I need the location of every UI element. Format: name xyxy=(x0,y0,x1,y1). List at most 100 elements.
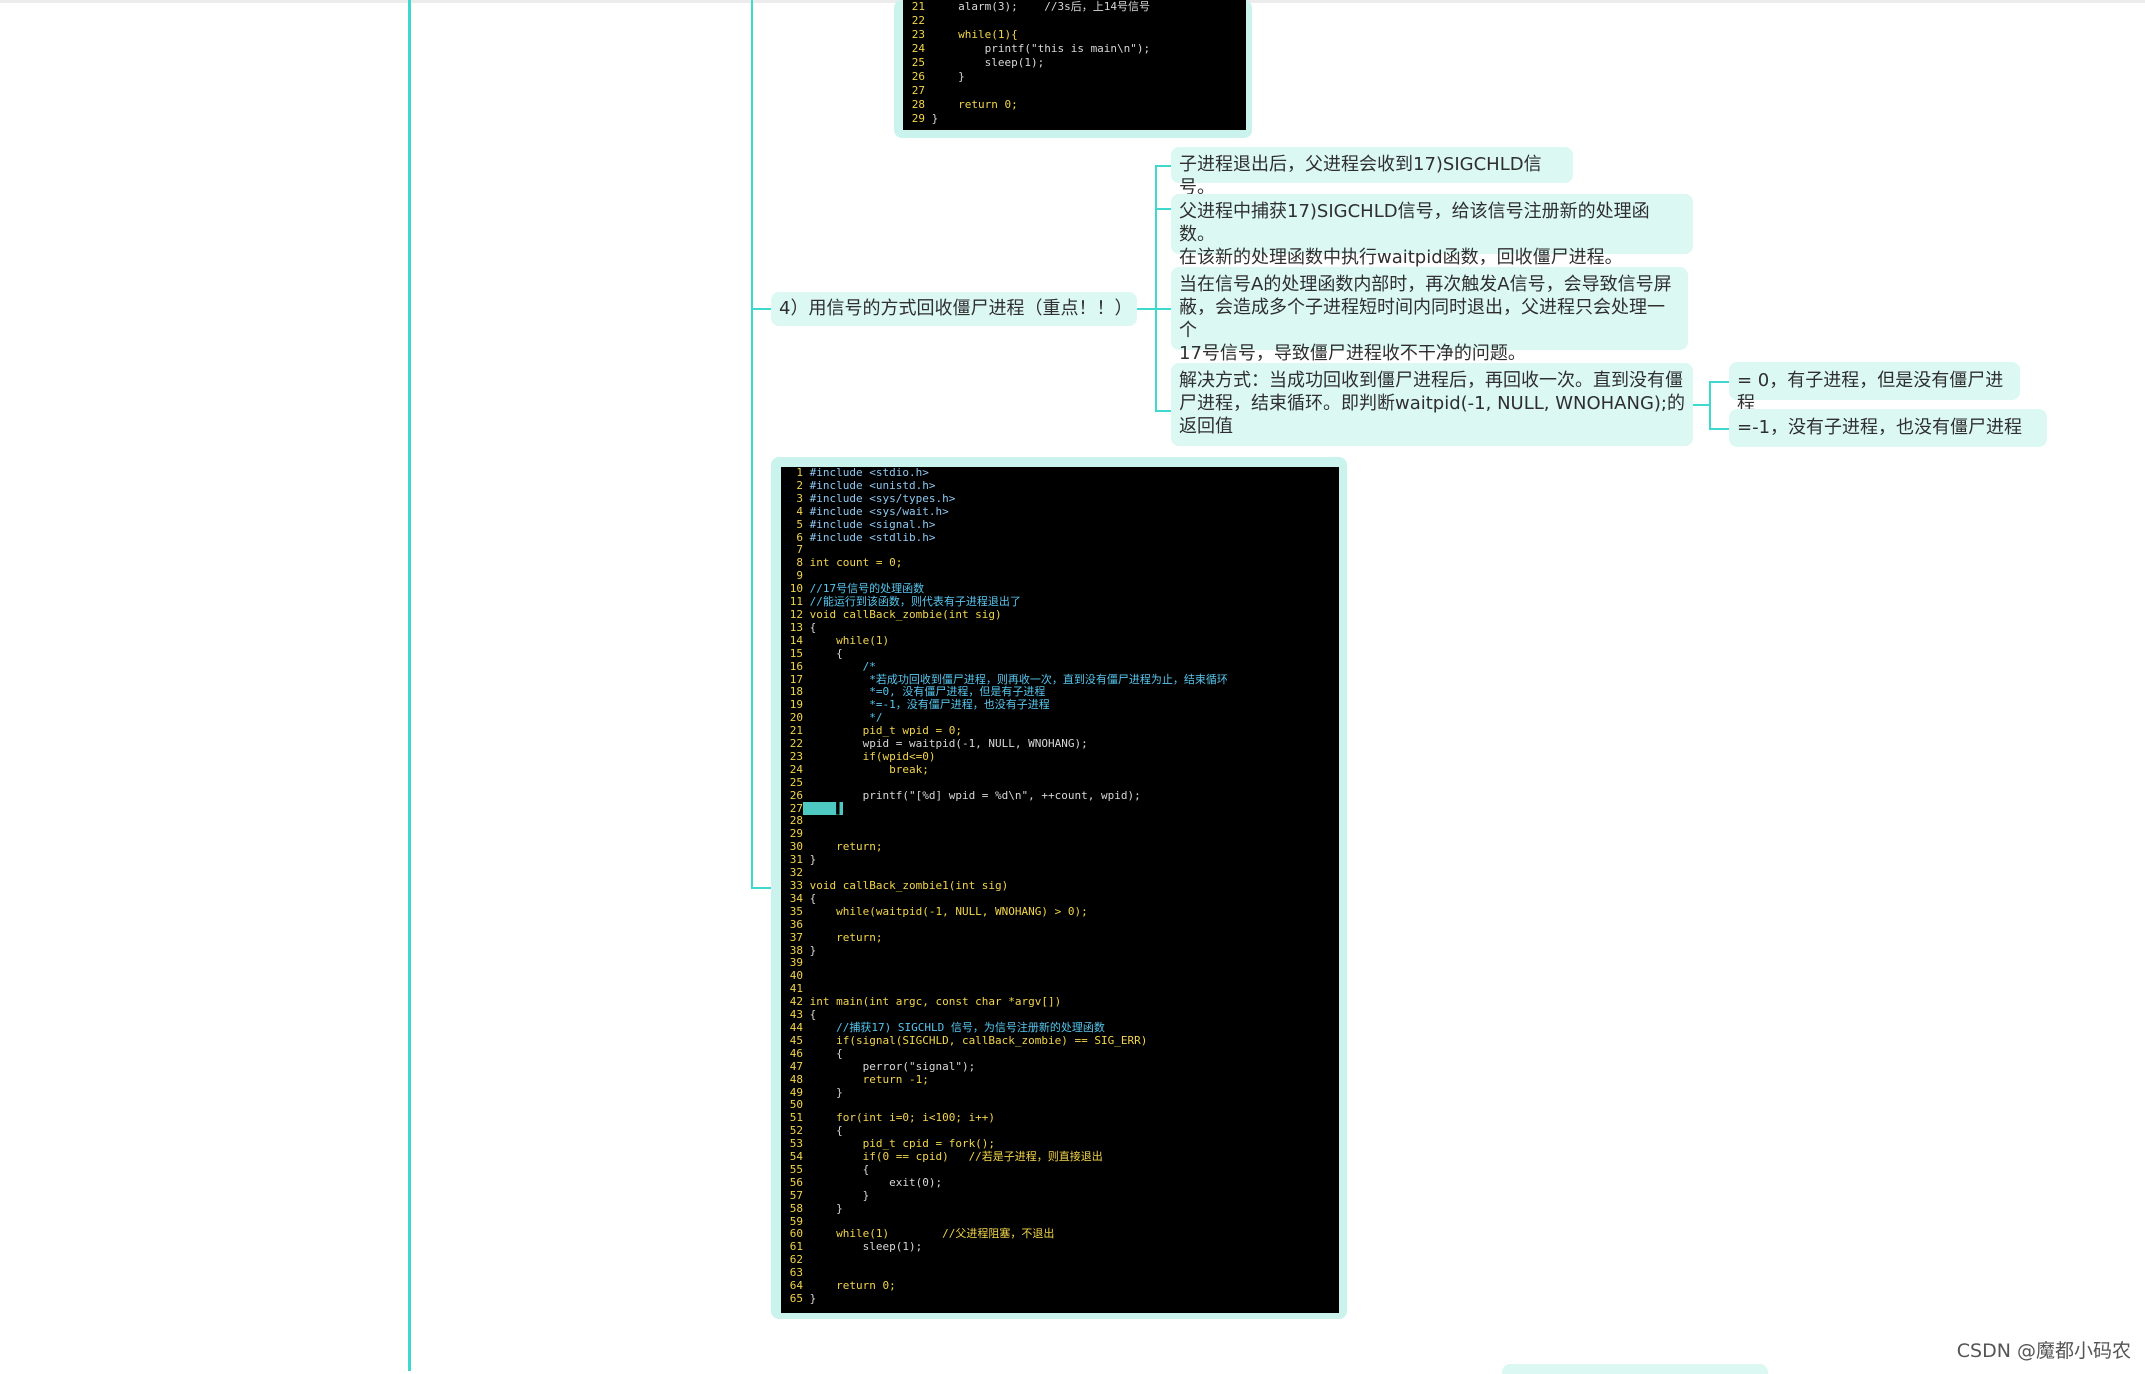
code-line-number: 14 xyxy=(789,633,803,647)
connector-child1 xyxy=(1155,165,1171,167)
code-line-number: 56 xyxy=(789,1175,803,1189)
code-line-number: 4 xyxy=(796,504,803,518)
code-line-text: printf("this is main\n"); xyxy=(925,42,1151,55)
code-line-text: #include <unistd.h> xyxy=(803,478,936,492)
code-line: 14 while(1) xyxy=(781,633,1339,648)
code-line-number: 26 xyxy=(789,788,803,802)
code-line: 39 xyxy=(781,957,1339,970)
code-line-text: { xyxy=(803,891,817,905)
next-node-stub xyxy=(1502,1364,1768,1374)
code-line: 8 int count = 0; xyxy=(781,556,1339,570)
code-line: 27 ▌ xyxy=(781,801,1339,816)
code-line-number: 55 xyxy=(789,1162,803,1176)
code-line-number: 25 xyxy=(911,56,925,69)
code-line-text: */ xyxy=(803,711,883,725)
code-line-number: 3 xyxy=(796,491,803,505)
node-result-zero[interactable]: = 0，有子进程，但是没有僵尸进程 xyxy=(1729,362,2020,414)
node-solution-line2: 尸进程，结束循环。即判断waitpid(-1, NULL, WNOHANG);的 xyxy=(1179,393,1685,414)
code-line-number: 57 xyxy=(789,1188,803,1202)
node-result-neg[interactable]: =-1，没有子进程，也没有僵尸进程 xyxy=(1729,409,2047,447)
code-line: 12 void callBack_zombie(int sig) xyxy=(781,607,1339,622)
connector-topic4 xyxy=(751,308,773,310)
code-line: 26 } xyxy=(903,70,1246,84)
code-line-text: return 0; xyxy=(803,1279,896,1293)
code-line-text: } xyxy=(803,1201,843,1215)
code-line-text: while(waitpid(-1, NULL, WNOHANG) > 0); xyxy=(803,904,1088,918)
code-line: 62 xyxy=(781,1253,1339,1267)
code-line: 24 break; xyxy=(781,762,1339,777)
connector-result-zero xyxy=(1709,381,1729,383)
code-line-text: #include <sys/types.h> xyxy=(803,491,956,505)
code-line: 6 #include <stdlib.h> xyxy=(781,531,1339,545)
code-line-number: 5 xyxy=(796,517,803,531)
code-line-text: pid_t wpid = 0; xyxy=(803,724,962,738)
node-solution-line3: 返回值 xyxy=(1179,416,1233,437)
code-line-text: return 0; xyxy=(925,98,1018,111)
code-line-text: sleep(1); xyxy=(803,1240,923,1254)
code-line: 21 alarm(3); //3s后，上14号信号 xyxy=(903,0,1246,14)
code-line-text: //17号信号的处理函数 xyxy=(803,582,925,596)
code-line: 57 } xyxy=(781,1188,1339,1203)
code-line: 30 return; xyxy=(781,840,1339,854)
code-line-number: 24 xyxy=(789,762,803,776)
code-line: 27 xyxy=(903,84,1246,98)
code-line-number: 24 xyxy=(911,42,925,55)
code-line-number: 45 xyxy=(789,1033,803,1047)
code-line-text: for(int i=0; i<100; i++) xyxy=(803,1111,996,1125)
connector-child2 xyxy=(1155,208,1171,210)
connector-code-image xyxy=(751,887,773,889)
code-line-text: void callBack_zombie(int sig) xyxy=(803,607,1002,621)
code-line-number: 13 xyxy=(789,620,803,634)
code-line-text: { xyxy=(803,620,817,634)
code-line-text: } xyxy=(803,1188,870,1202)
code-line: 28 return 0; xyxy=(903,98,1246,112)
csdn-watermark: CSDN @魔都小码农 xyxy=(1956,1340,2131,1362)
code-line-text: if(signal(SIGCHLD, callBack_zombie) == S… xyxy=(803,1033,1148,1047)
code-line-text: //捕获17) SIGCHLD 信号，为信号注册新的处理函数 xyxy=(803,1020,1105,1034)
code-line-number: 23 xyxy=(789,749,803,763)
code-line-text: //能运行到该函数，则代表有子进程退出了 xyxy=(803,595,1021,609)
code-line: 38 } xyxy=(781,944,1339,958)
topic-signal-reap-zombie[interactable]: 4）用信号的方式回收僵尸进程（重点！！） xyxy=(771,292,1137,326)
code-line-number: 54 xyxy=(789,1150,803,1164)
code-line-text: { xyxy=(803,1124,843,1138)
code-line: 48 return -1; xyxy=(781,1073,1339,1087)
code-line-number: 25 xyxy=(789,775,803,789)
code-line-text: { xyxy=(803,646,843,660)
code-line-text: #include <signal.h> xyxy=(803,517,936,531)
code-line: 40 xyxy=(781,969,1339,983)
main-code-screenshot: 1 #include <stdio.h> 2 #include <unistd.h… xyxy=(781,467,1339,1313)
node-register-handler[interactable]: 父进程中捕获17)SIGCHLD信号，给该信号注册新的处理函数。 在该新的处理函… xyxy=(1171,194,1693,268)
code-line-text: return; xyxy=(803,840,883,854)
node-solution[interactable]: 解决方式：当成功回收到僵尸进程后，再回收一次。直到没有僵 尸进程，结束循环。即判… xyxy=(1171,363,1693,446)
node-signal-mask-problem-line1: 当在信号A的处理函数内部时，再次触发A信号，会导致信号屏 xyxy=(1179,274,1672,295)
code-line-text: return; xyxy=(803,930,883,944)
node-child-exit-signal[interactable]: 子进程退出后，父进程会收到17)SIGCHLD信号。 xyxy=(1171,147,1573,198)
code-line: 25 sleep(1); xyxy=(903,56,1246,70)
code-line-number: 35 xyxy=(789,904,803,918)
connector-child4 xyxy=(1155,410,1171,412)
code-line-text: *=0, 没有僵尸进程，但是有子进程 xyxy=(803,685,1046,699)
code-line-text: while(1) //父进程阻塞，不退出 xyxy=(803,1227,1055,1241)
code-line-text: } xyxy=(803,853,817,867)
node-signal-mask-problem-line2: 蔽，会造成多个子进程短时间内同时退出，父进程只会处理一个 xyxy=(1179,297,1665,341)
code-line: 64 return 0; xyxy=(781,1279,1339,1293)
code-line-number: 21 xyxy=(911,0,925,13)
code-line-text: perror("signal"); xyxy=(803,1059,976,1073)
code-line: 22 xyxy=(903,14,1246,28)
code-line: 26 printf("[%d] wpid = %d\n", ++count, w… xyxy=(781,788,1339,803)
node-signal-mask-problem[interactable]: 当在信号A的处理函数内部时，再次触发A信号，会导致信号屏 蔽，会造成多个子进程短… xyxy=(1171,267,1688,364)
code-line-number: 1 xyxy=(796,467,803,479)
code-line-text: #include <stdio.h> xyxy=(803,467,929,479)
code-line-text: sleep(1); xyxy=(925,56,1045,69)
